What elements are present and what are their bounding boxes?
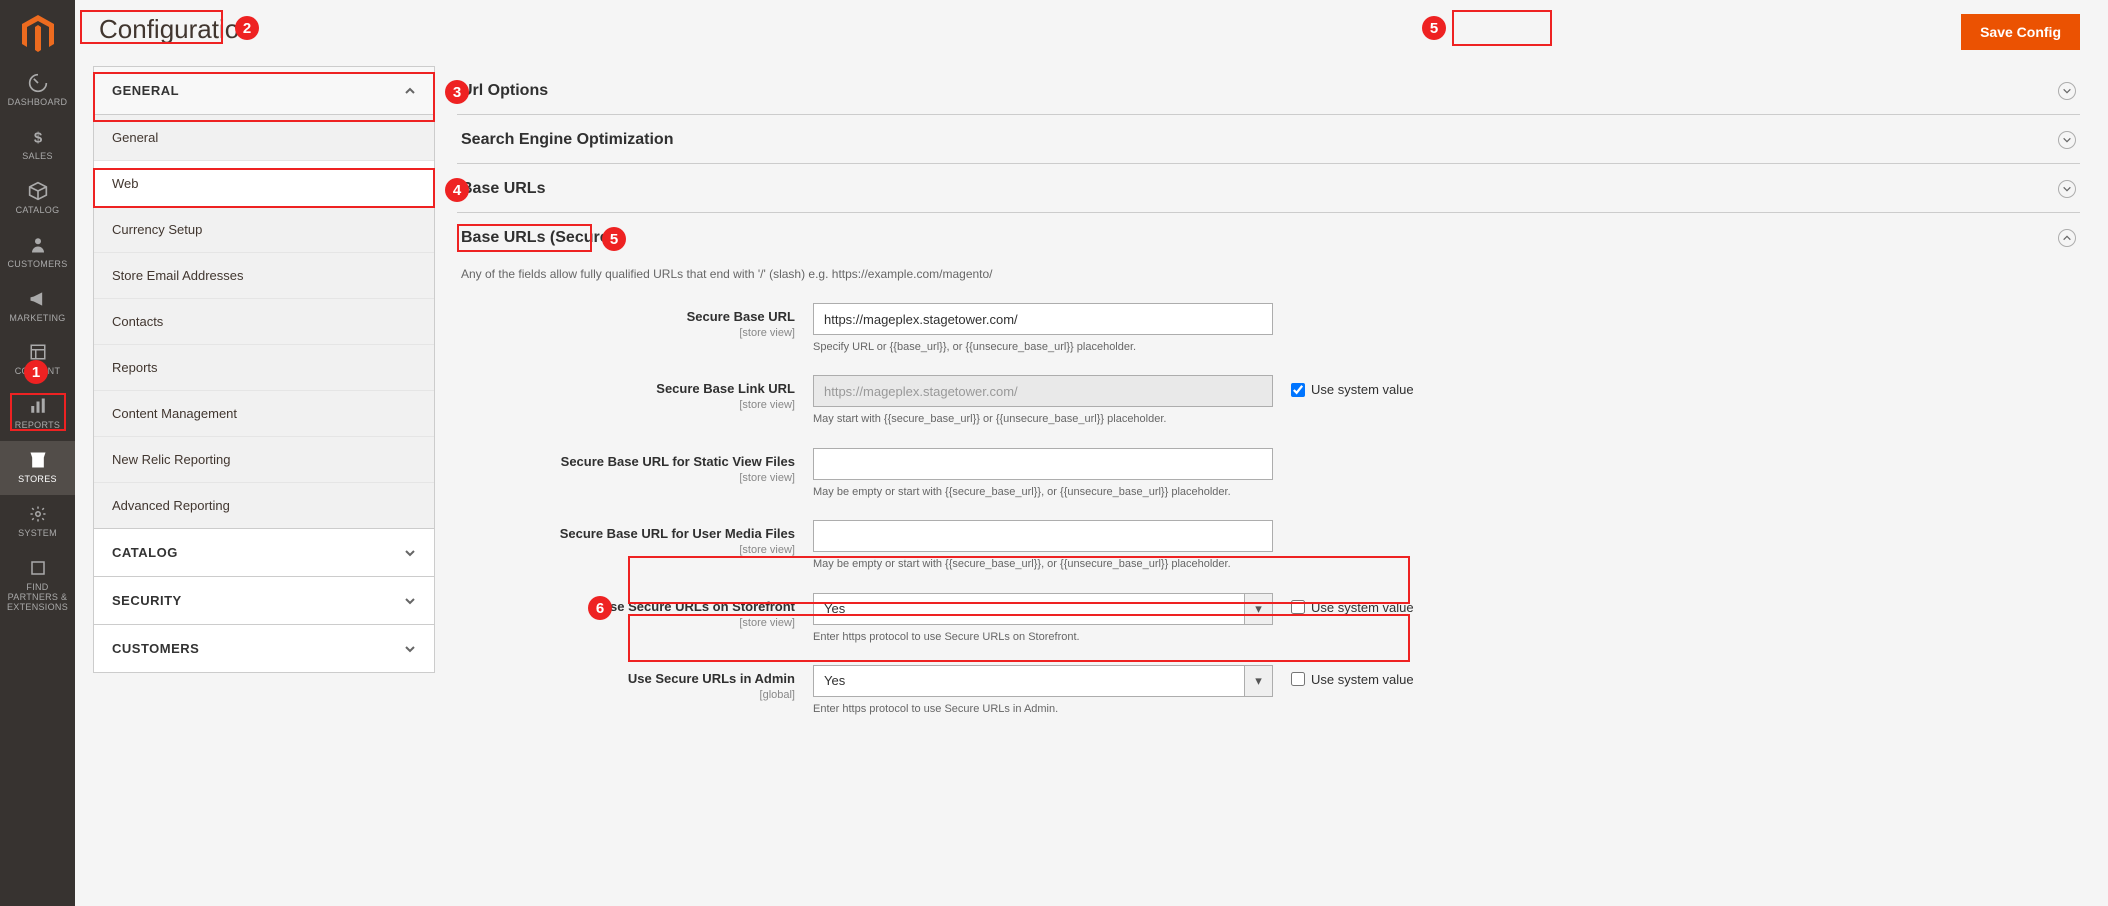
nav-stores[interactable]: STORES — [0, 441, 75, 495]
tab-group-general-items: General Web Currency Setup Store Email A… — [94, 115, 434, 529]
chevron-down-icon — [404, 547, 416, 559]
tab-group-security[interactable]: SECURITY — [94, 577, 434, 625]
magento-logo[interactable] — [18, 14, 58, 54]
tab-item-general[interactable]: General — [94, 115, 434, 161]
page-title: Configuration — [93, 14, 260, 45]
section-base-urls-secure[interactable]: Base URLs (Secure) — [457, 213, 2080, 261]
nav-sales[interactable]: $SALES — [0, 118, 75, 172]
secure-base-link-url-input — [813, 375, 1273, 407]
section-url-options[interactable]: Url Options — [457, 66, 2080, 114]
gear-icon — [27, 503, 49, 525]
tab-item-store-email[interactable]: Store Email Addresses — [94, 253, 434, 299]
layout-icon — [27, 341, 49, 363]
save-config-button[interactable]: Save Config — [1961, 14, 2080, 50]
tab-item-reports[interactable]: Reports — [94, 345, 434, 391]
puzzle-icon — [27, 557, 49, 579]
field-secure-base-url: Secure Base URL [store view] Specify URL… — [461, 303, 2076, 355]
secure-base-url-input[interactable] — [813, 303, 1273, 335]
config-tabs: GENERAL General Web Currency Setup Store… — [93, 66, 435, 673]
tab-item-newrelic[interactable]: New Relic Reporting — [94, 437, 434, 483]
secure-storefront-select[interactable]: Yes ▾ — [813, 593, 1273, 625]
secure-media-url-input[interactable] — [813, 520, 1273, 552]
chevron-down-icon — [404, 643, 416, 655]
nav-catalog[interactable]: CATALOG — [0, 172, 75, 226]
secure-admin-select[interactable]: Yes ▾ — [813, 665, 1273, 697]
nav-content[interactable]: CONTENT — [0, 333, 75, 387]
nav-dashboard[interactable]: DASHBOARD — [0, 64, 75, 118]
gauge-icon — [27, 72, 49, 94]
chart-icon — [27, 395, 49, 417]
nav-marketing[interactable]: MARKETING — [0, 280, 75, 334]
field-secure-media: Secure Base URL for User Media Files [st… — [461, 520, 2076, 572]
tab-item-web[interactable]: Web — [94, 161, 434, 207]
nav-reports[interactable]: REPORTS — [0, 387, 75, 441]
section-note: Any of the fields allow fully qualified … — [461, 267, 2076, 281]
settings-panel: Url Options Search Engine Optimization B… — [457, 66, 2080, 761]
tab-group-customers[interactable]: CUSTOMERS — [94, 625, 434, 672]
field-secure-base-link-url: Secure Base Link URL [store view] May st… — [461, 375, 2076, 427]
field-secure-storefront: Use Secure URLs on Storefront [store vie… — [461, 593, 2076, 645]
chevron-down-icon — [404, 595, 416, 607]
section-seo[interactable]: Search Engine Optimization — [457, 115, 2080, 163]
expand-icon — [2058, 82, 2076, 100]
admin-sidebar: DASHBOARD $SALES CATALOG CUSTOMERS MARKE… — [0, 0, 75, 906]
field-secure-admin: Use Secure URLs in Admin [global] Yes ▾ … — [461, 665, 2076, 717]
tab-item-adv-reporting[interactable]: Advanced Reporting — [94, 483, 434, 528]
tab-group-catalog[interactable]: CATALOG — [94, 529, 434, 577]
dropdown-arrow-icon: ▾ — [1244, 594, 1272, 624]
chevron-up-icon — [404, 85, 416, 97]
use-system-value-checkbox[interactable]: Use system value — [1273, 375, 1414, 397]
nav-system[interactable]: SYSTEM — [0, 495, 75, 549]
nav-partners[interactable]: FIND PARTNERS & EXTENSIONS — [0, 549, 75, 623]
main-content: Configuration Save Config GENERAL Genera… — [75, 0, 2108, 906]
tab-item-contacts[interactable]: Contacts — [94, 299, 434, 345]
person-icon — [27, 234, 49, 256]
dollar-icon: $ — [27, 126, 49, 148]
secure-static-url-input[interactable] — [813, 448, 1273, 480]
tab-group-general[interactable]: GENERAL — [94, 67, 434, 115]
collapse-icon — [2058, 229, 2076, 247]
expand-icon — [2058, 180, 2076, 198]
store-icon — [27, 449, 49, 471]
expand-icon — [2058, 131, 2076, 149]
box-icon — [27, 180, 49, 202]
field-secure-static: Secure Base URL for Static View Files [s… — [461, 448, 2076, 500]
use-system-value-checkbox[interactable]: Use system value — [1273, 593, 1414, 615]
section-base-urls[interactable]: Base URLs — [457, 164, 2080, 212]
megaphone-icon — [27, 288, 49, 310]
tab-item-content-mgmt[interactable]: Content Management — [94, 391, 434, 437]
nav-customers[interactable]: CUSTOMERS — [0, 226, 75, 280]
svg-text:$: $ — [33, 129, 42, 146]
dropdown-arrow-icon: ▾ — [1244, 666, 1272, 696]
use-system-value-checkbox[interactable]: Use system value — [1273, 665, 1414, 687]
tab-item-currency[interactable]: Currency Setup — [94, 207, 434, 253]
